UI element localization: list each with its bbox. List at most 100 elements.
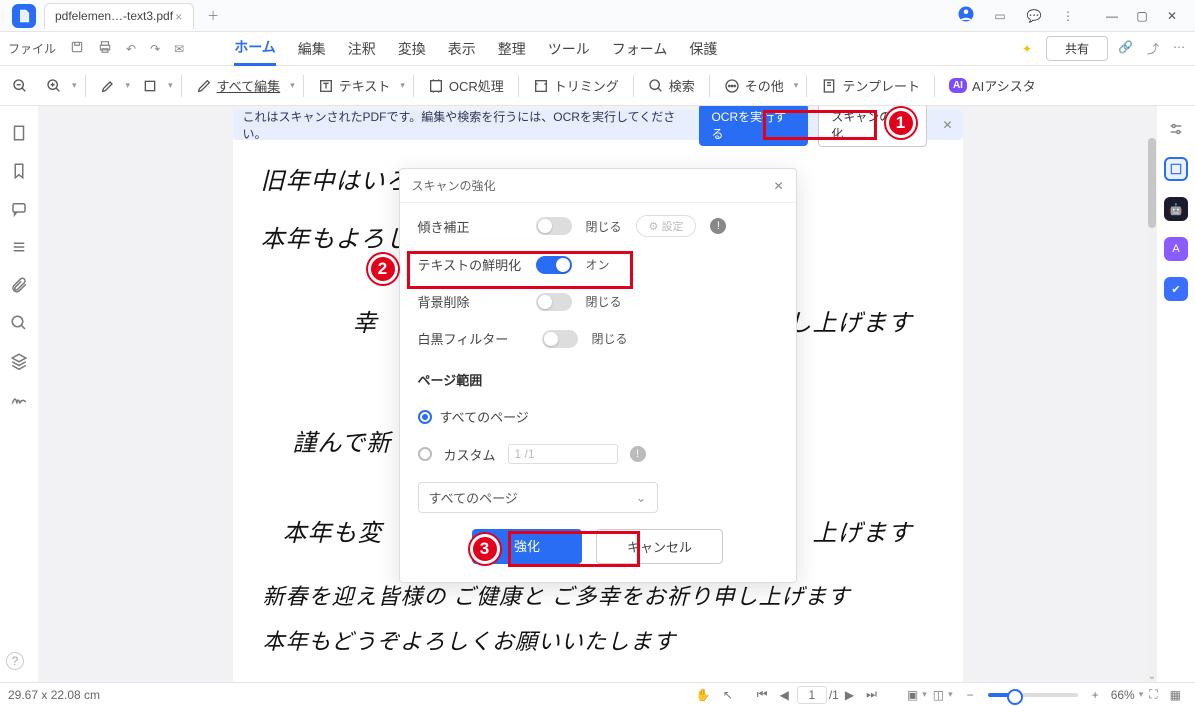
ai-chat-chip[interactable]: 🤖 xyxy=(1164,197,1188,221)
sharpen-toggle[interactable] xyxy=(536,256,572,274)
zoom-slider[interactable] xyxy=(988,693,1078,697)
prev-page-icon[interactable]: ◀ xyxy=(780,688,789,702)
deskew-settings-button[interactable]: ⚙ 設定 xyxy=(636,215,697,237)
help-icon[interactable]: ? xyxy=(6,652,24,670)
bw-toggle[interactable] xyxy=(542,330,578,348)
bg-toggle[interactable] xyxy=(536,293,572,311)
ai-check-chip[interactable]: ✔ xyxy=(1164,277,1188,301)
page-scope-select[interactable]: すべてのページ ⌄ xyxy=(418,482,658,513)
redo-icon[interactable]: ↷ xyxy=(150,42,160,56)
range-all-radio[interactable]: すべてのページ xyxy=(418,407,778,426)
shapes-button[interactable] xyxy=(136,75,164,97)
mail-icon[interactable]: ✉ xyxy=(174,42,184,56)
kebab-menu-icon[interactable]: ⋮ xyxy=(1057,9,1079,23)
app-logo-icon xyxy=(17,9,31,23)
window-minimize-icon[interactable]: — xyxy=(1099,9,1125,23)
cancel-button[interactable]: キャンセル xyxy=(596,529,723,564)
tab-view[interactable]: 表示 xyxy=(448,33,476,65)
zoom-out-button[interactable] xyxy=(6,75,34,97)
document-viewport[interactable]: これはスキャンされたPDFです。編集や検索を行うには、OCRを実行してください。… xyxy=(38,106,1157,682)
last-page-icon[interactable]: ⏭ xyxy=(866,687,877,702)
sharpen-label: テキストの鮮明化 xyxy=(418,255,522,274)
toolbar: ▾ ▾ ▾ すべて編集 ▾ テキスト ▾ OCR処理 トリミング 検索 その他 … xyxy=(0,66,1195,106)
window-close-icon[interactable]: ✕ xyxy=(1159,9,1185,23)
range-custom-radio[interactable]: カスタム 1 /1 ! xyxy=(418,444,778,464)
thumbnails-icon[interactable] xyxy=(10,124,28,142)
trim-button[interactable]: トリミング xyxy=(527,73,625,98)
dialog-close-icon[interactable]: ✕ xyxy=(773,179,783,193)
search-button[interactable]: 検索 xyxy=(642,73,701,98)
find-icon[interactable] xyxy=(10,314,28,332)
ocr-button[interactable]: OCR処理 xyxy=(422,73,510,98)
undo-icon[interactable]: ↶ xyxy=(126,42,136,56)
next-page-icon[interactable]: ▶ xyxy=(845,688,854,702)
save-icon[interactable] xyxy=(70,40,84,57)
menu-file[interactable]: ファイル xyxy=(8,40,56,57)
list-icon[interactable] xyxy=(10,238,28,256)
link-icon[interactable]: 🔗 xyxy=(1118,40,1133,57)
range-info-icon[interactable]: ! xyxy=(630,446,646,462)
range-custom-label: カスタム xyxy=(444,445,496,464)
read-mode-icon[interactable]: ▦ xyxy=(1170,688,1181,702)
tab-organize[interactable]: 整理 xyxy=(498,33,526,65)
run-ocr-button[interactable]: OCRを実行する xyxy=(699,106,808,146)
properties-toggle-icon[interactable] xyxy=(1167,116,1185,141)
comments-icon[interactable] xyxy=(10,200,28,218)
row-deskew: 傾き補正 閉じる ⚙ 設定 ! xyxy=(418,215,778,237)
tab-protect[interactable]: 保護 xyxy=(689,33,717,65)
close-tab-icon[interactable]: × xyxy=(175,10,187,24)
text-button[interactable]: テキスト xyxy=(312,73,397,98)
template-button[interactable]: テンプレート xyxy=(815,73,926,98)
layout-icon[interactable]: ◫ xyxy=(933,688,944,702)
new-tab-button[interactable]: ＋ xyxy=(200,3,226,29)
deskew-info-icon[interactable]: ! xyxy=(710,218,726,234)
cloud-account-icon[interactable] xyxy=(955,5,977,26)
range-custom-input[interactable]: 1 /1 xyxy=(508,444,618,464)
banner-close-icon[interactable]: ✕ xyxy=(942,118,952,132)
document-tab[interactable]: pdfelemen…-text3.pdf × xyxy=(44,3,194,29)
print-icon[interactable] xyxy=(98,40,112,57)
cursor-tool-icon[interactable]: ↖ xyxy=(723,688,733,702)
more-horizontal-icon[interactable]: ⋯ xyxy=(1173,40,1185,57)
notebook-icon[interactable]: ▭ xyxy=(989,9,1011,23)
page-current-input[interactable]: 1 xyxy=(797,686,827,704)
tab-annotate[interactable]: 注釈 xyxy=(348,33,376,65)
zoom-in-status-icon[interactable]: + xyxy=(1092,688,1099,702)
ai-badge: AI xyxy=(949,78,967,93)
chat-icon[interactable]: 💬 xyxy=(1023,9,1045,23)
deskew-toggle[interactable] xyxy=(536,217,572,235)
scrollbar-thumb[interactable] xyxy=(1148,138,1156,228)
window-maximize-icon[interactable]: ▢ xyxy=(1129,9,1155,23)
tips-icon[interactable]: ✦ xyxy=(1022,42,1032,56)
share-button[interactable]: 共有 xyxy=(1046,36,1108,61)
bw-label: 白黒フィルター xyxy=(418,329,528,348)
ai-assist-button[interactable]: AI AIアシスタ xyxy=(943,73,1042,98)
row-sharpen: テキストの鮮明化 オン xyxy=(418,255,778,274)
tab-convert[interactable]: 変換 xyxy=(398,33,426,65)
zoom-value: 66% xyxy=(1111,688,1135,702)
signature-icon[interactable] xyxy=(10,390,28,408)
zoom-in-button[interactable] xyxy=(40,75,68,97)
tab-edit[interactable]: 編集 xyxy=(298,33,326,65)
bookmarks-icon[interactable] xyxy=(10,162,28,180)
first-page-icon[interactable]: ⏮ xyxy=(757,687,768,702)
template-button-label: テンプレート xyxy=(842,76,920,95)
upload-cloud-icon[interactable]: ⤴ xyxy=(1147,40,1159,57)
highlighter-button[interactable] xyxy=(94,75,122,97)
select-mode-chip[interactable] xyxy=(1164,157,1188,181)
tab-home[interactable]: ホーム xyxy=(234,31,276,66)
edit-all-button[interactable]: すべて編集 xyxy=(190,73,287,98)
hand-tool-icon[interactable]: ✋ xyxy=(696,688,711,702)
tab-forms[interactable]: フォーム xyxy=(612,33,668,65)
layers-icon[interactable] xyxy=(10,352,28,370)
tab-tools[interactable]: ツール xyxy=(548,33,590,65)
more-tools-button[interactable]: その他 xyxy=(718,73,790,98)
attachments-icon[interactable] xyxy=(10,276,28,294)
scroll-down-icon[interactable]: ⌄ xyxy=(1147,671,1157,682)
app-logo[interactable] xyxy=(12,4,36,28)
fit-page-icon[interactable]: ▣ xyxy=(907,688,918,702)
zoom-out-status-icon[interactable]: − xyxy=(967,688,974,702)
ai-translate-chip[interactable]: A xyxy=(1164,237,1188,261)
vertical-scrollbar[interactable]: ⌄ xyxy=(1147,136,1157,682)
fullscreen-icon[interactable]: ⛶ xyxy=(1149,687,1157,702)
